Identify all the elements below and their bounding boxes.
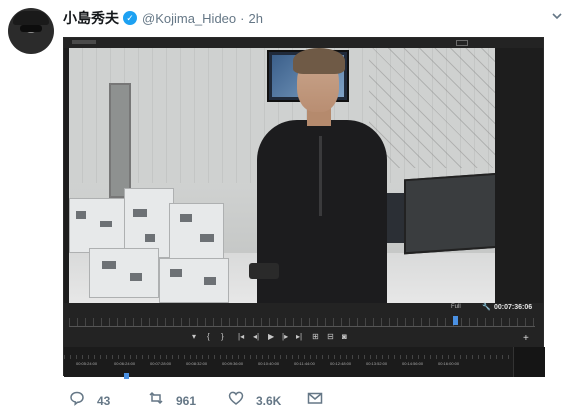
- reply-count: 43: [97, 393, 111, 408]
- avatar-hat: [13, 11, 49, 25]
- timeline-label: 00:14:56:00: [402, 361, 424, 366]
- retweet-icon: [148, 390, 164, 411]
- marker-icon[interactable]: ▾: [192, 332, 196, 342]
- actor-hair: [293, 48, 345, 74]
- editor-panel-icon: [456, 40, 468, 46]
- timeline-ruler[interactable]: 00:05:24:00 00:06:24:00 00:07:28:00 00:0…: [64, 347, 543, 379]
- mark-out-icon[interactable]: }: [221, 332, 224, 342]
- timeline-label: 00:07:28:00: [150, 361, 172, 366]
- timeline-playhead[interactable]: [124, 373, 129, 379]
- actor-gun: [249, 263, 279, 279]
- play-icon[interactable]: ▶: [268, 332, 274, 342]
- verified-badge-icon: ✓: [123, 11, 137, 25]
- mark-in-icon[interactable]: {: [207, 332, 210, 342]
- timeline-label: 00:13:52:00: [366, 361, 388, 366]
- studio-blocks: [69, 188, 269, 303]
- envelope-icon: [307, 390, 323, 411]
- timeline-label: 00:10:40:00: [258, 361, 280, 366]
- editor-controls: Full 🔧 00:07:36:06 ▾ { } |◂ ◂| ▶ |▸ ▸| ⊞…: [64, 303, 545, 379]
- heart-icon: [228, 390, 244, 411]
- reply-icon: [69, 390, 85, 411]
- step-back-icon[interactable]: ◂|: [253, 332, 259, 342]
- user-handle[interactable]: @Kojima_Hideo: [142, 11, 236, 26]
- actor: [249, 48, 399, 303]
- timeline-label: 00:08:32:00: [186, 361, 208, 366]
- add-button[interactable]: +: [523, 333, 529, 344]
- tweet-media[interactable]: Full 🔧 00:07:36:06 ▾ { } |◂ ◂| ▶ |▸ ▸| ⊞…: [63, 37, 545, 379]
- tweet-time[interactable]: 2h: [248, 11, 262, 26]
- timeline-label: 00:06:24:00: [114, 361, 136, 366]
- transport-controls: ▾ { } |◂ ◂| ▶ |▸ ▸| ⊞ ⊟ ◙: [64, 330, 543, 344]
- timecode: 00:07:36:06: [494, 304, 533, 311]
- like-count: 3.6K: [256, 393, 282, 408]
- retweet-button[interactable]: 961: [148, 390, 196, 411]
- avatar-glasses: [20, 25, 42, 32]
- timecode-row: Full 🔧 00:07:36:06: [64, 303, 543, 317]
- timeline-label: 00:11:44:00: [294, 361, 315, 366]
- actor-zipper: [319, 136, 322, 216]
- export-frame-icon[interactable]: ◙: [342, 332, 347, 342]
- extract-icon[interactable]: ⊟: [327, 332, 334, 342]
- monitor-ruler-line: [69, 326, 535, 327]
- editor-topbar: [64, 38, 543, 48]
- step-forward-icon[interactable]: |▸: [282, 332, 288, 342]
- like-button[interactable]: 3.6K: [228, 390, 281, 411]
- timeline-label: 00:09:36:00: [222, 361, 244, 366]
- studio-panel: [404, 172, 495, 255]
- video-frame: [69, 48, 495, 303]
- go-to-in-icon[interactable]: |◂: [238, 332, 244, 342]
- timeline-label: 00:05:24:00: [76, 361, 98, 366]
- monitor-ruler[interactable]: [69, 318, 535, 326]
- fit-select[interactable]: Full: [451, 304, 461, 310]
- reply-button[interactable]: 43: [69, 390, 110, 411]
- go-to-out-icon[interactable]: ▸|: [296, 332, 302, 342]
- separator-dot: ·: [240, 10, 245, 26]
- timeline-label: 00:12:48:00: [330, 361, 352, 366]
- timeline-label: 00:16:00:00: [438, 361, 460, 366]
- wrench-icon[interactable]: 🔧: [482, 303, 491, 311]
- tweet-header: 小島秀夫 ✓ @Kojima_Hideo · 2h: [63, 9, 263, 27]
- avatar[interactable]: [8, 8, 54, 54]
- lift-icon[interactable]: ⊞: [312, 332, 319, 342]
- retweet-count: 961: [176, 393, 197, 408]
- audio-meter: [513, 347, 545, 377]
- editor-panel-tab: [72, 40, 96, 44]
- tweet-actions: 43 961 3.6K: [65, 390, 535, 408]
- dm-button[interactable]: [307, 390, 323, 411]
- studio-pillar: [109, 83, 131, 198]
- monitor-playhead[interactable]: [453, 316, 458, 325]
- display-name[interactable]: 小島秀夫: [63, 8, 119, 28]
- chevron-down-icon[interactable]: [550, 9, 564, 23]
